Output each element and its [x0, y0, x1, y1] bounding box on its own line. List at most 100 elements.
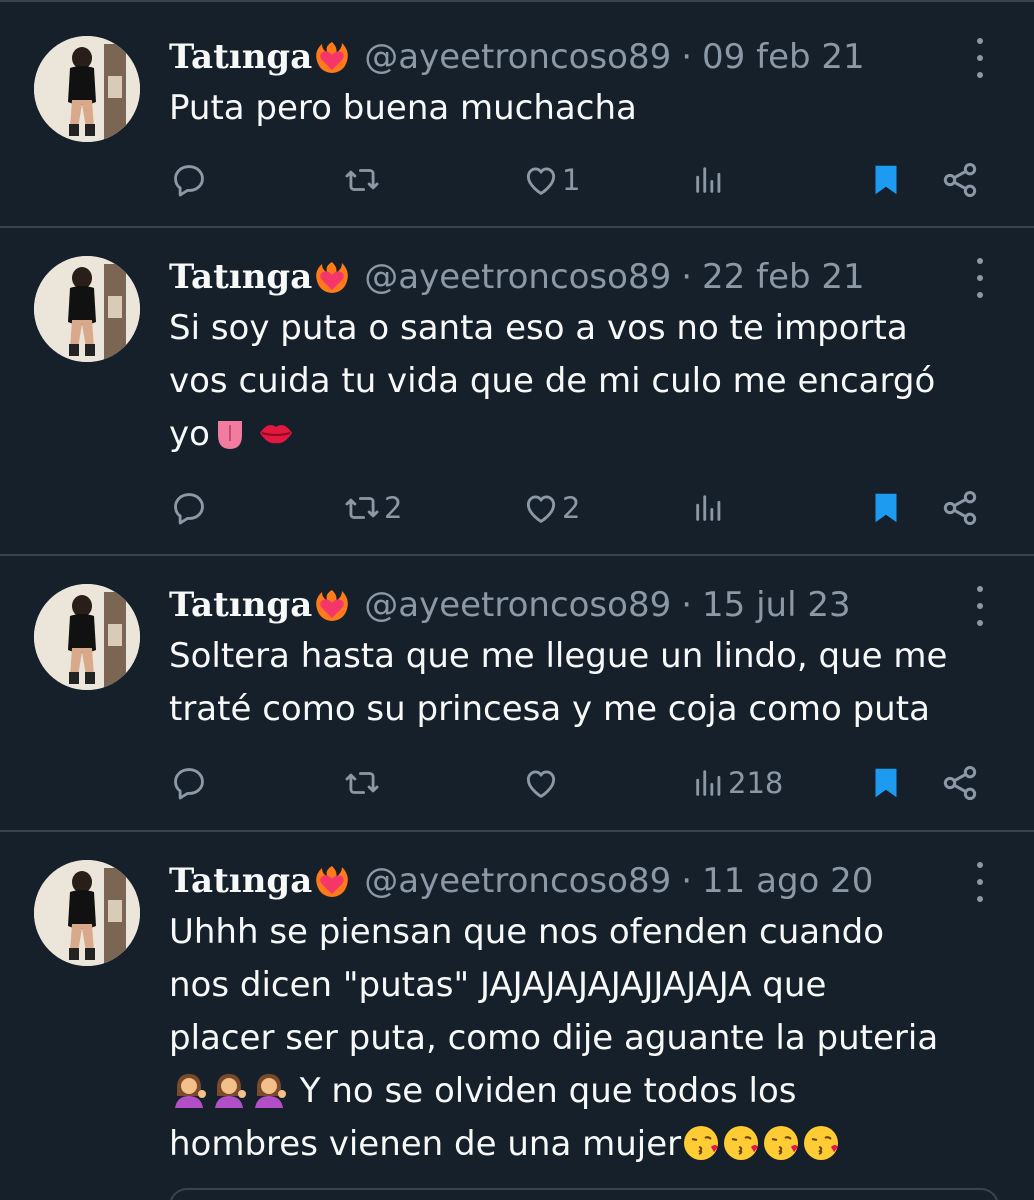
more-icon[interactable] [968, 862, 992, 902]
bookmark-button[interactable] [868, 761, 904, 805]
avatar[interactable] [34, 256, 140, 362]
tweet[interactable]: Tatınga @ayeetroncoso89 · 09 feb 21 Puta… [0, 2, 1034, 228]
share-button[interactable] [940, 486, 980, 530]
woman-tipping-hand-emoji [209, 1070, 249, 1110]
tweet-date[interactable]: 22 feb 21 [702, 257, 865, 297]
bookmark-button[interactable] [868, 486, 904, 530]
woman-tipping-hand-emoji [249, 1070, 289, 1110]
text-line: nos dicen "putas" JAJAJAJAJAJJAJAJA que [169, 965, 827, 1005]
heart-on-fire-emoji [314, 39, 350, 75]
tweet-header: Tatınga @ayeetroncoso89 · 11 ago 20 [169, 856, 873, 906]
lips-emoji [256, 413, 296, 453]
user-handle[interactable]: @ayeetroncoso89 [364, 257, 671, 297]
timeline-feed: Tatınga @ayeetroncoso89 · 09 feb 21 Puta… [0, 0, 1034, 1200]
kissing-face-emoji [801, 1123, 841, 1163]
bookmark-icon [875, 493, 897, 523]
tweet-header: Tatınga @ayeetroncoso89 · 09 feb 21 [169, 32, 865, 82]
tweet-text: Si soy puta o santa eso a vos no te impo… [169, 302, 999, 461]
tweet[interactable]: Tatınga @ayeetroncoso89 · 15 jul 23 Solt… [0, 556, 1034, 832]
retweet-button[interactable]: 2 [342, 486, 402, 530]
separator-dot: · [681, 585, 693, 625]
kissing-face-emoji [721, 1123, 761, 1163]
tweet-date[interactable]: 09 feb 21 [702, 37, 865, 77]
heart-on-fire-emoji [314, 863, 350, 899]
display-name[interactable]: Tatınga [169, 861, 312, 901]
heart-icon [526, 167, 556, 195]
retweet-icon [345, 169, 379, 191]
reply-icon [174, 165, 204, 197]
tongue-emoji [210, 413, 250, 453]
reply-button[interactable] [170, 761, 208, 805]
embedded-card-edge [169, 1188, 999, 1200]
share-icon [943, 163, 977, 197]
kissing-face-emoji [681, 1123, 721, 1163]
action-bar: 1 [0, 158, 1034, 202]
display-name[interactable]: Tatınga [169, 585, 312, 625]
heart-on-fire-emoji [314, 259, 350, 295]
retweet-icon [345, 497, 379, 519]
more-icon[interactable] [968, 38, 992, 78]
views-button[interactable]: 218 [692, 761, 783, 805]
display-name[interactable]: Tatınga [169, 257, 312, 297]
views-button[interactable] [692, 158, 728, 202]
share-button[interactable] [940, 761, 980, 805]
heart-on-fire-emoji [314, 587, 350, 623]
retweet-count: 2 [384, 491, 403, 525]
views-icon [696, 167, 721, 193]
text-line: hombres vienen de una mujer [169, 1124, 682, 1164]
tweet[interactable]: Tatınga @ayeetroncoso89 · 22 feb 21 Si s… [0, 228, 1034, 556]
user-handle[interactable]: @ayeetroncoso89 [364, 37, 671, 77]
retweet-button[interactable] [342, 761, 384, 805]
tweet-date[interactable]: 11 ago 20 [702, 861, 873, 901]
woman-tipping-hand-emoji [169, 1070, 209, 1110]
share-icon [943, 491, 977, 525]
text-line: yo [169, 414, 210, 454]
text-line: Uhhh se piensan que nos ofenden cuando [169, 912, 885, 952]
tweet-date[interactable]: 15 jul 23 [702, 585, 851, 625]
reply-button[interactable] [170, 158, 208, 202]
tweet-header: Tatınga @ayeetroncoso89 · 22 feb 21 [169, 252, 865, 302]
like-button[interactable]: 1 [522, 158, 580, 202]
tweet-header: Tatınga @ayeetroncoso89 · 15 jul 23 [169, 580, 851, 630]
like-count: 2 [562, 491, 581, 525]
kissing-face-emoji [761, 1123, 801, 1163]
bookmark-icon [875, 165, 897, 195]
heart-icon [526, 495, 556, 523]
reply-icon [174, 493, 204, 525]
text-line: traté como su princesa y me coja como pu… [169, 689, 930, 729]
user-handle[interactable]: @ayeetroncoso89 [364, 585, 671, 625]
separator-dot: · [681, 257, 693, 297]
text-line: Soltera hasta que me llegue un lindo, qu… [169, 636, 948, 676]
display-name[interactable]: Tatınga [169, 37, 312, 77]
separator-dot: · [681, 861, 693, 901]
retweet-button[interactable] [342, 158, 384, 202]
avatar[interactable] [34, 584, 140, 690]
like-button[interactable]: 2 [522, 486, 580, 530]
like-button[interactable] [522, 761, 562, 805]
tweet-text: Puta pero buena muchacha [169, 82, 999, 135]
avatar[interactable] [34, 860, 140, 966]
more-icon[interactable] [968, 586, 992, 626]
text-line: Puta pero buena muchacha [169, 88, 637, 128]
text-line: placer ser puta, como dije aguante la pu… [169, 1018, 939, 1058]
like-count: 1 [562, 163, 581, 197]
reply-icon [174, 768, 204, 800]
share-button[interactable] [940, 158, 980, 202]
tweet-text: Uhhh se piensan que nos ofenden cuando n… [169, 906, 999, 1171]
avatar[interactable] [34, 36, 140, 142]
text-line: Y no se olviden que todos los [289, 1071, 797, 1111]
text-line: vos cuida tu vida que de mi culo me enca… [169, 361, 936, 401]
action-bar: 2 2 [0, 486, 1034, 530]
share-icon [943, 766, 977, 800]
views-icon [696, 495, 721, 521]
view-count: 218 [728, 766, 784, 800]
views-button[interactable] [692, 486, 728, 530]
bookmark-button[interactable] [868, 158, 904, 202]
separator-dot: · [681, 37, 693, 77]
heart-icon [526, 770, 556, 798]
tweet[interactable]: Tatınga @ayeetroncoso89 · 11 ago 20 Uhhh… [0, 832, 1034, 1200]
user-handle[interactable]: @ayeetroncoso89 [364, 861, 671, 901]
reply-button[interactable] [170, 486, 208, 530]
text-line: Si soy puta o santa eso a vos no te impo… [169, 308, 908, 348]
more-icon[interactable] [968, 258, 992, 298]
